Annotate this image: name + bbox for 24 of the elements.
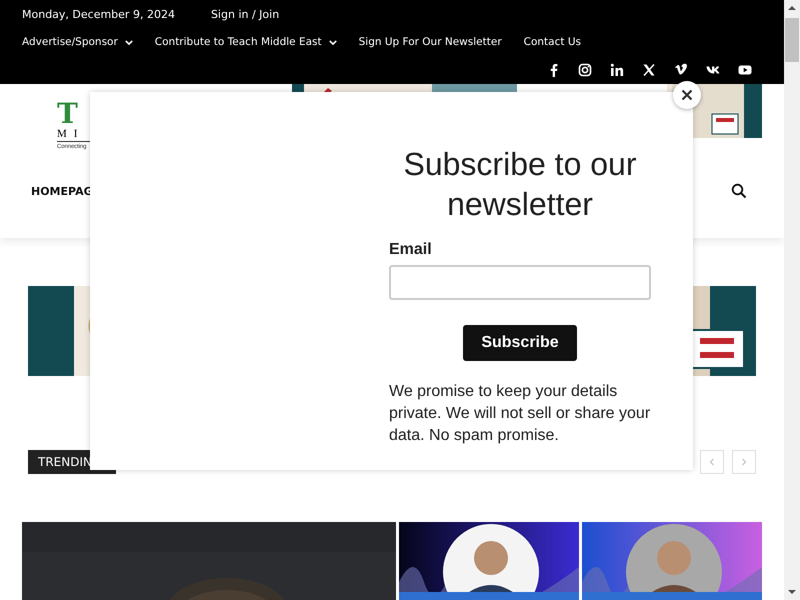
scrollbar-thumb[interactable]	[785, 18, 799, 62]
x-icon[interactable]	[642, 63, 656, 77]
menu-link[interactable]: Sign Up For Our Newsletter	[358, 36, 502, 48]
search-icon[interactable]	[731, 183, 747, 199]
close-icon	[681, 89, 693, 101]
chevron-left-icon	[707, 457, 717, 467]
dialog-title: Subscribe to our newsletter	[402, 145, 638, 224]
logo-letter: T	[57, 100, 79, 128]
field-label: Email	[389, 241, 432, 259]
subscribe-button[interactable]: Subscribe	[463, 325, 577, 361]
nav-link[interactable]: HOMEPAG	[31, 184, 93, 198]
youtube-icon[interactable]	[738, 63, 752, 77]
privacy-note: We promise to keep your details private. We will not sell or share your data. No spam promise.	[389, 382, 651, 446]
email-field[interactable]	[389, 265, 651, 300]
vimeo-icon[interactable]	[674, 63, 688, 77]
instagram-icon[interactable]	[578, 63, 592, 77]
chevron-right-icon	[739, 457, 749, 467]
date-text: Monday, December 9, 2024	[22, 8, 175, 20]
menu-link[interactable]: Contact Us	[524, 36, 581, 48]
sign-in-link[interactable]: Sign in / Join	[210, 8, 280, 20]
linkedin-icon[interactable]	[610, 63, 624, 77]
menu-link[interactable]: Advertise/Sponsor	[22, 36, 133, 48]
scrollbar[interactable]	[784, 0, 800, 600]
menu-link[interactable]: Contribute to Teach Middle East	[154, 36, 337, 48]
